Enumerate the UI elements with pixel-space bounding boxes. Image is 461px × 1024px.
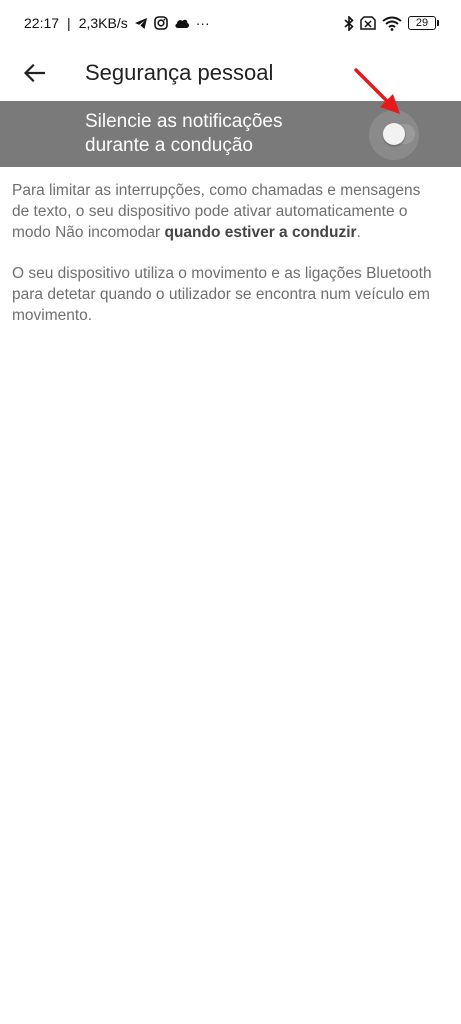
telegram-icon (134, 17, 148, 30)
app-bar: Segurança pessoal (0, 46, 461, 100)
description: Para limitar as interrupções, como chama… (12, 180, 432, 346)
battery-icon: 29 (408, 16, 439, 30)
instagram-icon (153, 16, 168, 30)
status-time: 22:17 (24, 15, 60, 31)
more-notifications: ··· (195, 15, 210, 31)
description-paragraph-1: Para limitar as interrupções, como chama… (12, 180, 432, 243)
description-paragraph-2: O seu dispositivo utiliza o movimento e … (12, 265, 432, 324)
no-sim-icon (360, 16, 376, 30)
toggle-label: Silencie as notificações durante a condu… (85, 111, 283, 156)
status-separator: | (67, 15, 71, 31)
description-p1-bold: quando estiver a conduzir (164, 224, 357, 241)
status-left: 22:17 | 2,3KB/s ··· (24, 15, 210, 31)
description-p1-end: . (356, 224, 361, 241)
switch-thumb (383, 123, 405, 145)
back-button[interactable] (14, 53, 54, 93)
status-bar: 22:17 | 2,3KB/s ··· 29 (0, 0, 461, 46)
cloud-icon (174, 18, 190, 29)
driving-silence-switch[interactable] (369, 110, 419, 160)
battery-level: 29 (408, 16, 436, 30)
driving-silence-setting-row[interactable]: Silencie as notificações durante a condu… (0, 101, 461, 167)
net-speed: 2,3KB/s (78, 15, 128, 31)
status-right: 29 (344, 15, 439, 31)
battery-tip (437, 20, 439, 26)
wifi-icon (382, 16, 402, 31)
bluetooth-icon (344, 15, 354, 31)
back-arrow-icon (23, 64, 45, 82)
page-title: Segurança pessoal (85, 60, 274, 85)
